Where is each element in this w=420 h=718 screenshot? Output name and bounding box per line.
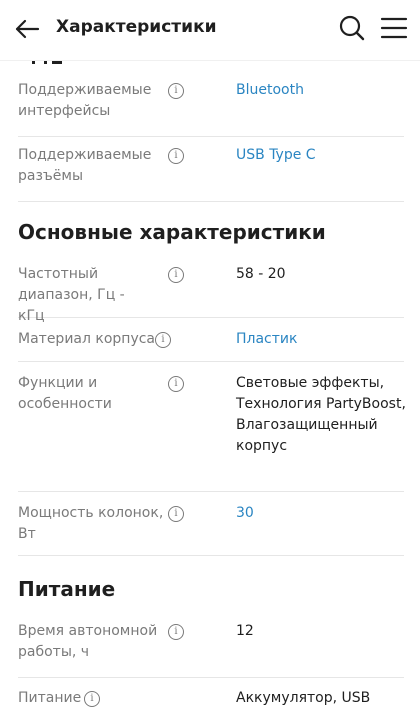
info-icon[interactable]: i xyxy=(155,332,171,348)
spec-label: Время автономной работы, ч xyxy=(18,623,158,660)
spec-row-features: Функции и особенности i Световые эффекты… xyxy=(18,373,406,492)
top-bar: Характеристики xyxy=(0,0,420,61)
spec-row-power: Мощность колонок, Вт i 30 xyxy=(18,503,404,556)
spec-label: Поддерживаемые интерфейсы xyxy=(18,82,152,119)
section-title-power: Питание xyxy=(18,577,116,601)
spec-value-link[interactable]: USB Type C xyxy=(236,145,406,166)
spec-label: Мощность колонок, Вт xyxy=(18,505,164,542)
spec-row-frequency: Частотный диапазон, Гц - кГц i 58 - 20 xyxy=(18,264,404,324)
spec-label: Материал корпуса xyxy=(18,331,156,347)
spec-row-battery: Время автономной работы, ч i 12 xyxy=(18,621,404,678)
section-title-main: Основные характеристики xyxy=(18,220,326,244)
info-icon[interactable]: i xyxy=(168,624,184,640)
info-icon[interactable]: i xyxy=(168,148,184,164)
spec-label: Поддерживаемые разъёмы xyxy=(18,147,152,184)
spec-value: 58 - 20 xyxy=(236,266,286,282)
info-icon[interactable]: i xyxy=(84,691,100,707)
spec-row-connectors: Поддерживаемые разъёмы i USB Type C xyxy=(18,145,404,202)
page-title: Характеристики xyxy=(56,17,217,37)
spec-label: Функции и особенности xyxy=(18,375,112,412)
info-icon[interactable]: i xyxy=(168,376,184,392)
spec-value-link[interactable]: Пластик xyxy=(236,329,406,350)
spec-value: Световые эффекты, Технология PartyBoost,… xyxy=(236,375,406,454)
info-icon[interactable]: i xyxy=(168,83,184,99)
info-icon[interactable]: i xyxy=(168,506,184,522)
spec-value-link[interactable]: 30 xyxy=(236,503,406,524)
search-icon[interactable] xyxy=(338,14,366,42)
spec-row-material: Материал корпуса i Пластик xyxy=(18,329,404,362)
spec-row-partial: Питание i Аккумулятор, USB xyxy=(18,688,404,718)
spec-value-link[interactable]: Bluetooth xyxy=(236,80,406,101)
spec-label: Частотный диапазон, Гц - кГц xyxy=(18,266,125,324)
hamburger-menu-icon[interactable] xyxy=(380,16,408,40)
back-arrow-icon[interactable] xyxy=(14,16,40,42)
info-icon[interactable]: i xyxy=(168,267,184,283)
spec-row-interfaces: Поддерживаемые интерфейсы i Bluetooth xyxy=(18,80,404,137)
spec-value: 12 xyxy=(236,623,254,639)
